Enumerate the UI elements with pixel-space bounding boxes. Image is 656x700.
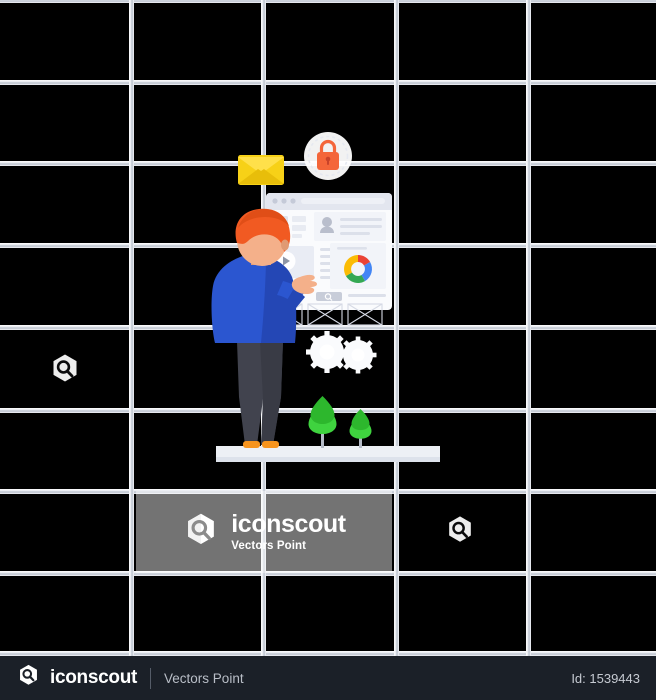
security-lock-badge: [304, 132, 352, 180]
iconscout-hexagon-logo-icon: [16, 663, 41, 693]
bottom-bar-brand: iconscout: [50, 667, 138, 688]
profile-avatar-block: [314, 212, 386, 241]
bottom-bar-brand-group: iconscout: [16, 663, 137, 693]
ground-platform: [216, 446, 440, 462]
iconscout-mini-logo-right: [444, 514, 476, 551]
watermark-tagline: Vectors Point: [231, 539, 307, 552]
tree-large: [308, 396, 337, 448]
tree-small: [349, 409, 372, 448]
donut-chart: [330, 243, 386, 289]
envelope-icon: [238, 155, 284, 185]
search-field-chip: [316, 292, 342, 301]
bottom-bar-tagline: Vectors Point: [164, 670, 244, 686]
watermark-brand: iconscout: [231, 509, 346, 538]
asset-id-label: Id: 1539443: [571, 670, 640, 686]
iconscout-mini-logo-left: [48, 352, 82, 391]
screenshot-root: iconscout Vectors Point iconscout Vector…: [0, 0, 656, 700]
gears-icon: [306, 331, 377, 374]
bottom-bar-divider: [150, 667, 152, 689]
bottom-status-bar: iconscout Vectors Point Id: 1539443: [0, 656, 656, 700]
watermark-plate: iconscout Vectors Point: [136, 491, 392, 573]
iconscout-hexagon-logo-icon: [182, 511, 220, 554]
